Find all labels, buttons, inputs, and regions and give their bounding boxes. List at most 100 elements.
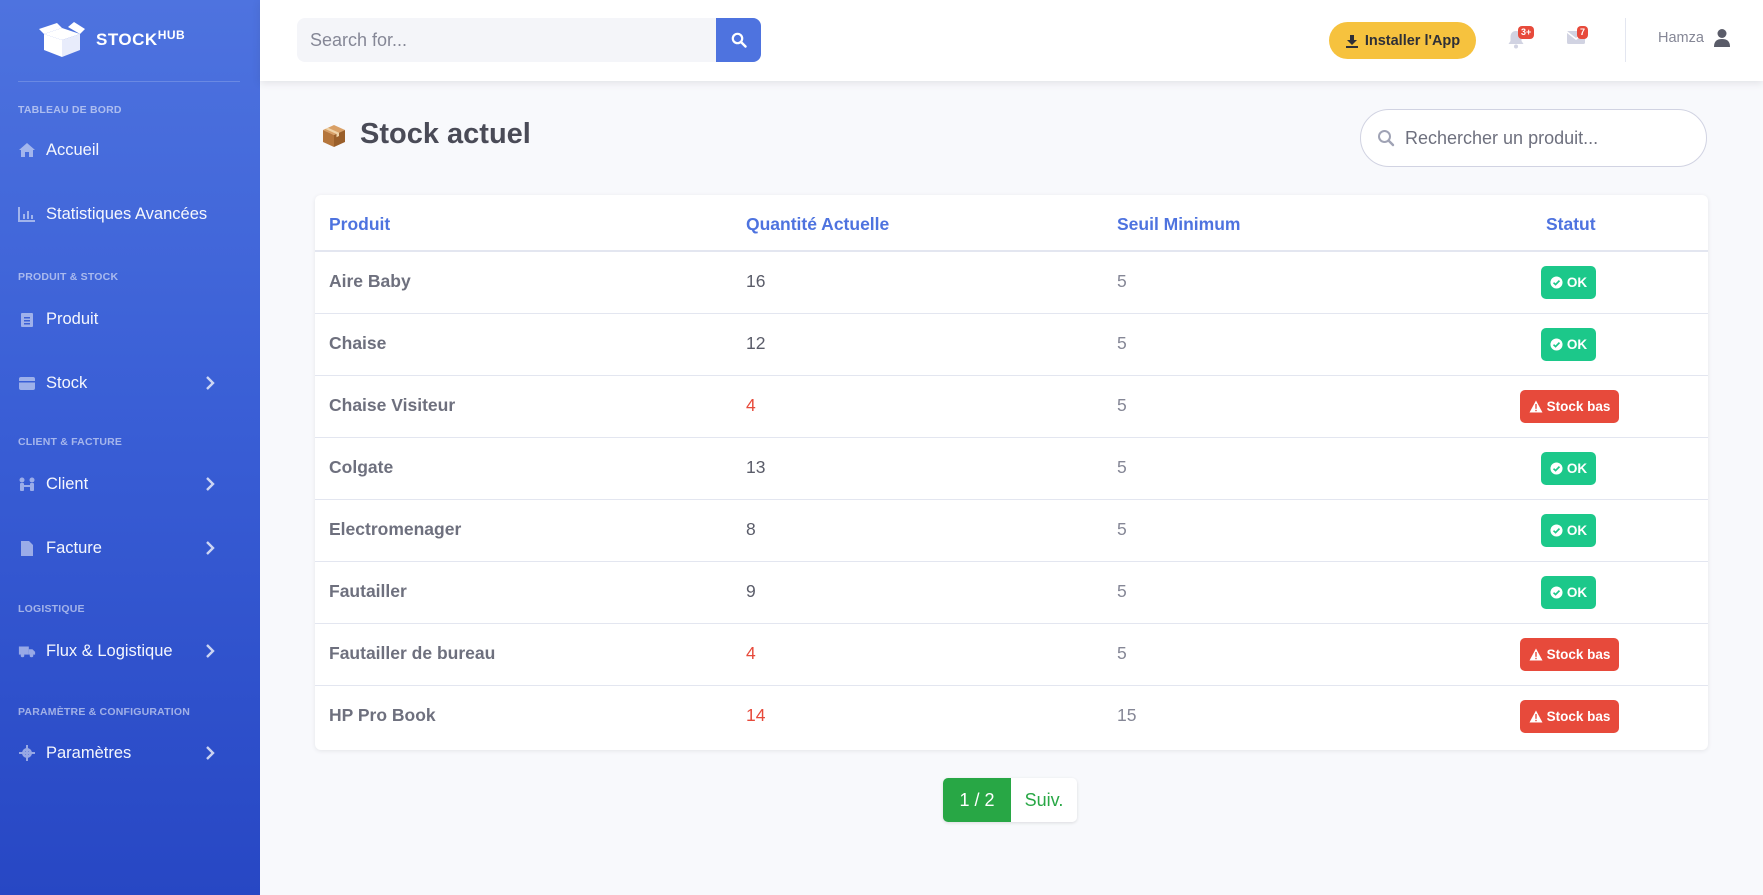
column-header-seuil[interactable]: Seuil Minimum xyxy=(1117,214,1240,235)
status-label: OK xyxy=(1566,461,1588,476)
status-label: Stock bas xyxy=(1546,709,1611,724)
status-badge: Stock bas xyxy=(1520,638,1619,671)
sidebar-item-label: Paramètres xyxy=(46,743,132,762)
box-icon xyxy=(18,374,36,392)
product-name: Chaise xyxy=(329,333,387,353)
brand[interactable]: STOCKHUB xyxy=(0,0,260,80)
pagination: 1 / 2 Suiv. xyxy=(943,778,1077,822)
chevron-right-icon xyxy=(206,746,215,760)
status-label: OK xyxy=(1566,337,1588,352)
sidebar-divider xyxy=(18,81,240,82)
home-icon xyxy=(18,141,36,159)
sidebar-item-accueil[interactable]: Accueil xyxy=(18,130,240,170)
pagination-current-page: 1 / 2 xyxy=(943,778,1011,822)
messages-button[interactable]: 7 xyxy=(1566,26,1589,51)
sidebar-item-facture[interactable]: Facture xyxy=(18,528,240,568)
sidebar-item-flux-logistique[interactable]: Flux & Logistique xyxy=(18,631,240,671)
sidebar-item-label: Stock xyxy=(46,373,88,392)
sidebar-item-label: Facture xyxy=(46,538,102,557)
product-search xyxy=(1360,109,1707,167)
status-badge: Stock bas xyxy=(1520,390,1619,423)
sidebar-item-stock[interactable]: Stock xyxy=(18,363,240,403)
status-badge: OK xyxy=(1541,328,1596,361)
truck-icon xyxy=(18,642,36,660)
user-menu[interactable]: Hamza xyxy=(1658,28,1731,48)
chart-icon xyxy=(18,205,36,223)
package-icon xyxy=(323,124,345,147)
file-icon xyxy=(18,539,36,557)
pagination-next-button[interactable]: Suiv. xyxy=(1011,778,1077,822)
chevron-right-icon xyxy=(206,376,215,390)
chevron-right-icon xyxy=(206,541,215,555)
sidebar-item-label: Statistiques Avancées xyxy=(46,204,208,223)
current-quantity: 4 xyxy=(746,395,756,415)
table-row[interactable]: Fautailler 9 5 OK xyxy=(315,562,1708,624)
user-name: Hamza xyxy=(1658,30,1704,46)
table-row[interactable]: Fautailler de bureau 4 5 Stock bas xyxy=(315,624,1708,686)
current-quantity: 9 xyxy=(746,581,756,601)
current-quantity: 16 xyxy=(746,271,766,291)
chevron-right-icon xyxy=(206,644,215,658)
check-circle-icon xyxy=(1550,338,1563,351)
sidebar-item-produit[interactable]: Produit xyxy=(18,299,240,339)
sidebar-item-label: Produit xyxy=(46,309,99,328)
current-quantity: 14 xyxy=(746,705,766,725)
status-label: OK xyxy=(1566,523,1588,538)
product-name: Chaise Visiteur xyxy=(329,395,456,415)
minimum-threshold: 15 xyxy=(1117,705,1137,725)
minimum-threshold: 5 xyxy=(1117,271,1127,291)
check-circle-icon xyxy=(1550,276,1563,289)
brand-name: STOCKHUB xyxy=(96,28,186,49)
status-label: Stock bas xyxy=(1546,647,1611,662)
search-icon xyxy=(1378,130,1395,147)
people-icon xyxy=(18,475,36,493)
minimum-threshold: 5 xyxy=(1117,519,1127,539)
warning-icon xyxy=(1529,648,1543,661)
status-label: OK xyxy=(1566,275,1588,290)
install-app-button[interactable]: Installer l'App xyxy=(1329,22,1476,59)
sidebar-item-parametres[interactable]: Paramètres xyxy=(18,733,240,773)
user-icon xyxy=(1713,29,1730,47)
topbar-search xyxy=(297,18,761,62)
status-badge: OK xyxy=(1541,514,1596,547)
sidebar-heading-logistique: LOGISTIQUE xyxy=(18,603,85,615)
alerts-badge: 3+ xyxy=(1518,26,1535,39)
topbar-divider xyxy=(1625,18,1626,62)
sidebar-item-statistiques[interactable]: Statistiques Avancées xyxy=(18,194,240,234)
check-circle-icon xyxy=(1550,586,1563,599)
table-row[interactable]: Electromenager 8 5 OK xyxy=(315,500,1708,562)
column-header-produit[interactable]: Produit xyxy=(329,214,390,235)
table-row[interactable]: Chaise Visiteur 4 5 Stock bas xyxy=(315,376,1708,438)
sidebar-heading-dashboard: TABLEAU DE BORD xyxy=(18,104,122,116)
sidebar-heading-produit-stock: PRODUIT & STOCK xyxy=(18,271,119,283)
status-badge: OK xyxy=(1541,266,1596,299)
sidebar-heading-client-facture: CLIENT & FACTURE xyxy=(18,436,123,448)
current-quantity: 12 xyxy=(746,333,766,353)
column-header-quantite[interactable]: Quantité Actuelle xyxy=(746,214,889,235)
product-search-input[interactable] xyxy=(1405,127,1695,149)
table-row[interactable]: Aire Baby 16 5 OK xyxy=(315,252,1708,314)
warning-icon xyxy=(1529,400,1543,413)
sidebar-item-label: Accueil xyxy=(46,140,100,159)
column-header-statut[interactable]: Statut xyxy=(1546,214,1596,235)
alerts-button[interactable]: 3+ xyxy=(1507,26,1535,51)
product-name: Colgate xyxy=(329,457,394,477)
table-body: Aire Baby 16 5 OK Chaise 12 5 OK Chaise Visiteur… xyxy=(315,252,1708,748)
current-quantity: 8 xyxy=(746,519,756,539)
clipboard-icon xyxy=(18,310,36,328)
chevron-right-icon xyxy=(206,477,215,491)
gear-icon xyxy=(18,744,36,762)
sidebar-item-client[interactable]: Client xyxy=(18,464,240,504)
table-row[interactable]: Colgate 13 5 OK xyxy=(315,438,1708,500)
product-name: Fautailler xyxy=(329,581,407,601)
status-badge: Stock bas xyxy=(1520,700,1619,733)
product-name: HP Pro Book xyxy=(329,705,436,725)
topbar-search-button[interactable] xyxy=(716,18,761,62)
topbar-search-input[interactable] xyxy=(297,18,716,62)
product-name: Electromenager xyxy=(329,519,462,539)
status-badge: OK xyxy=(1541,576,1596,609)
sidebar-item-label: Flux & Logistique xyxy=(46,641,173,660)
table-row[interactable]: HP Pro Book 14 15 Stock bas xyxy=(315,686,1708,748)
table-row[interactable]: Chaise 12 5 OK xyxy=(315,314,1708,376)
check-circle-icon xyxy=(1550,524,1563,537)
